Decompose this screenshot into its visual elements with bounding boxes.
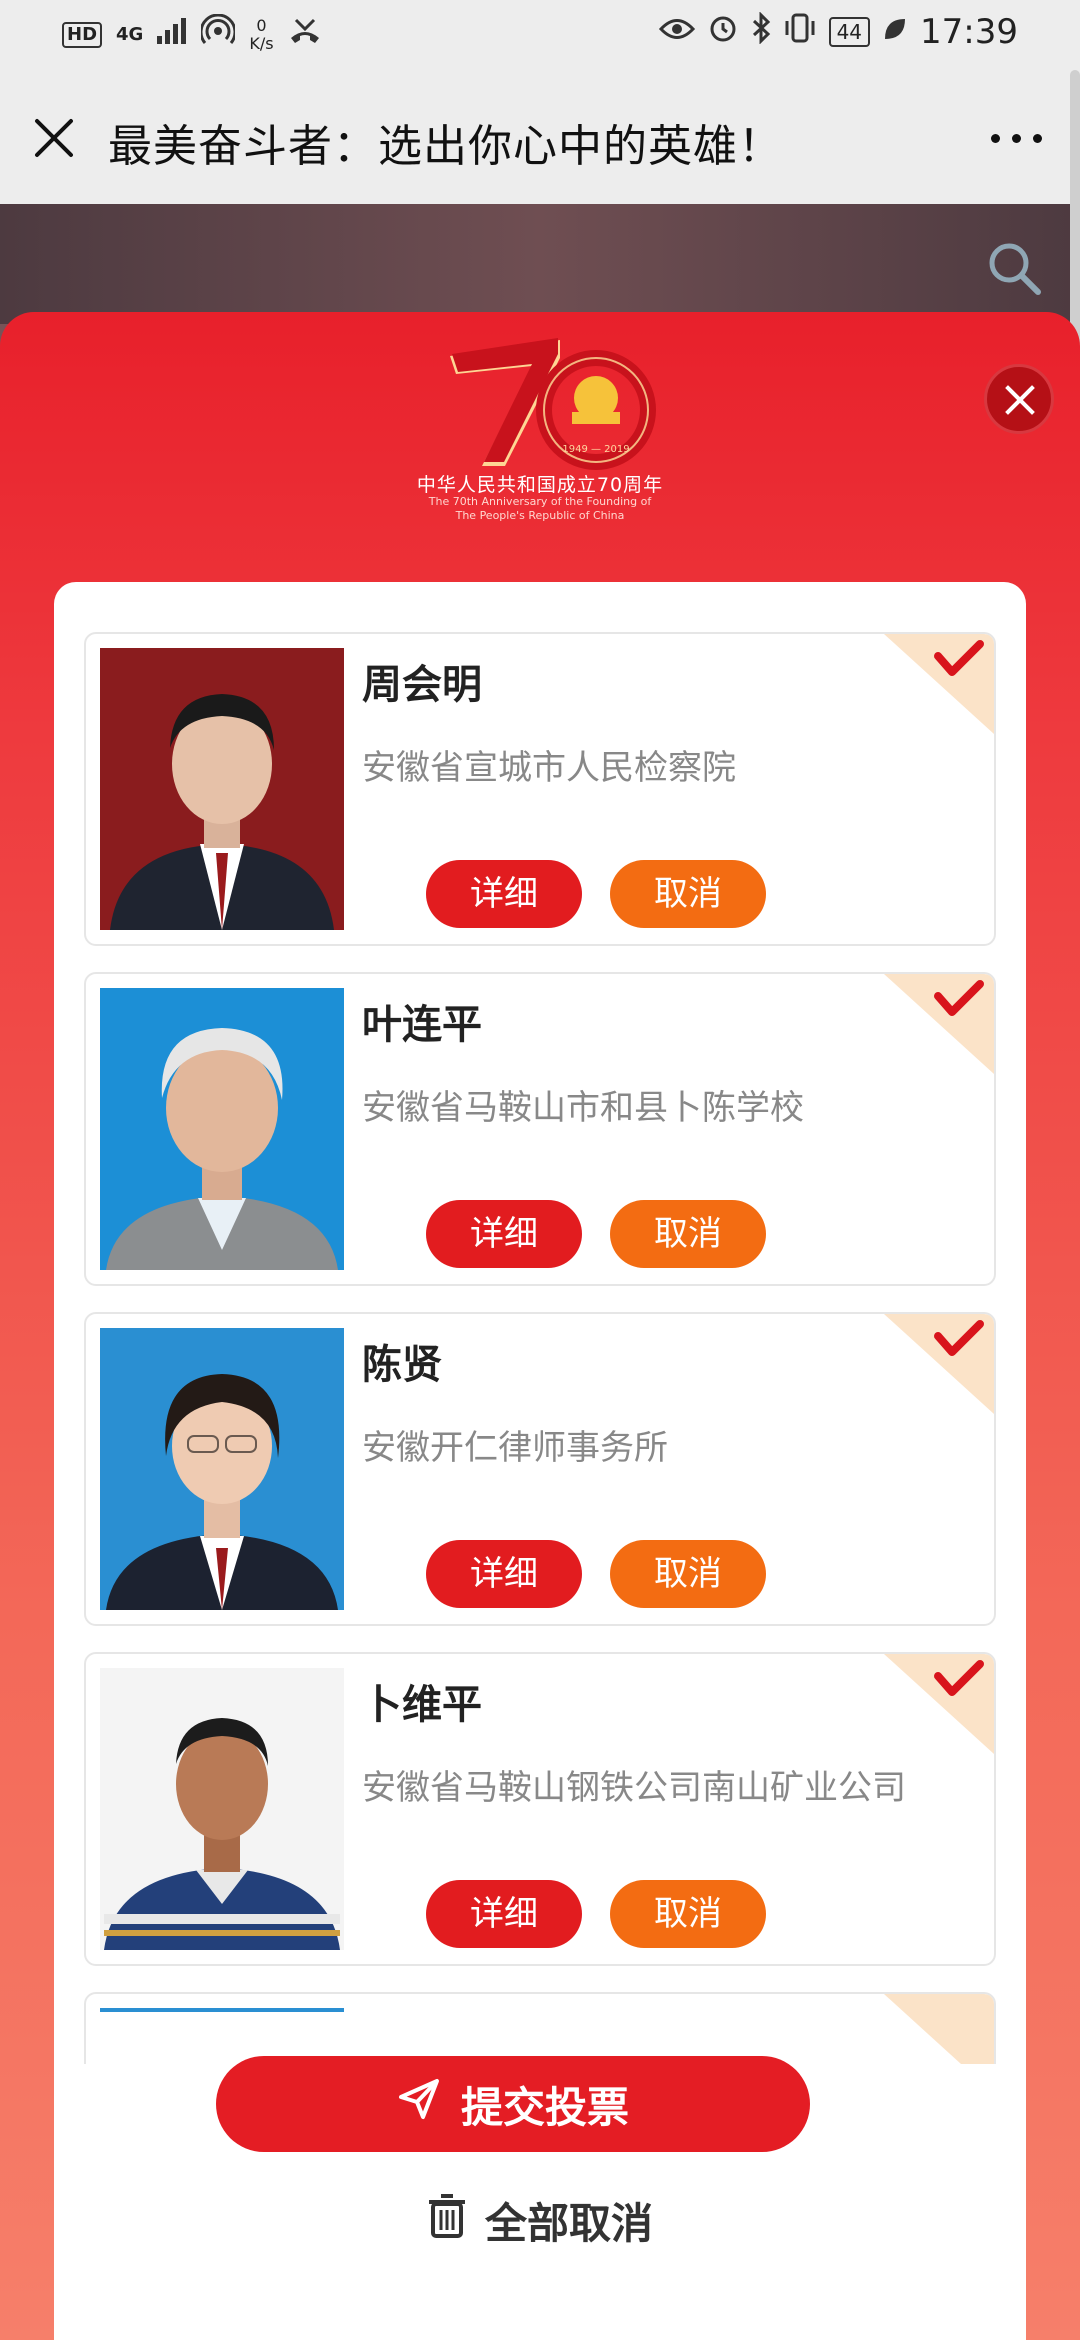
close-page-button[interactable]: [30, 114, 78, 162]
candidate-name: 叶连平: [362, 1002, 482, 1048]
clock: 17:39: [920, 12, 1018, 52]
submit-vote-button[interactable]: 提交投票: [216, 2056, 810, 2152]
bluetooth-icon: [751, 11, 771, 52]
leaf-icon: [882, 15, 908, 50]
candidate-photo: [100, 988, 344, 1270]
candidate-photo: [100, 1668, 344, 1950]
submit-vote-label: 提交投票: [460, 2082, 629, 2132]
emblem-subtitle-line2: The People's Republic of China: [455, 509, 625, 522]
candidate-org: 安徽开仁律师事务所: [362, 1428, 668, 1468]
page-title: 最美奋斗者：选出你心中的英雄！: [108, 121, 783, 172]
send-icon: [397, 2077, 441, 2131]
candidate-photo: [100, 1328, 344, 1610]
selected-check-icon: [884, 1654, 994, 1754]
candidate-card: 周会明 安徽省宣城市人民检察院 详细 取消: [84, 632, 996, 946]
hotspot-icon: [199, 13, 237, 55]
cancel-button[interactable]: 取消: [610, 1200, 766, 1268]
detail-button[interactable]: 详细: [426, 1540, 582, 1608]
hd-badge: HD: [62, 21, 103, 48]
candidate-card: [84, 1992, 996, 2064]
more-dot-icon: [991, 134, 1000, 143]
candidate-org: 安徽省马鞍山市和县卜陈学校: [362, 1088, 804, 1128]
emblem-subtitle: The 70th Anniversary of the Founding of …: [350, 495, 730, 523]
trash-icon: [427, 2192, 467, 2248]
background-banner: [0, 204, 1080, 324]
more-dot-icon: [1033, 134, 1042, 143]
vote-modal: 1949 — 2019 中华人民共和国成立70周年 The 70th Anniv…: [0, 312, 1080, 2340]
candidate-list[interactable]: 周会明 安徽省宣城市人民检察院 详细 取消 叶连平 安徽省马鞍山市和县卜陈学校 …: [84, 632, 996, 2064]
candidate-card: 叶连平 安徽省马鞍山市和县卜陈学校 详细 取消: [84, 972, 996, 1286]
more-options-button[interactable]: [991, 134, 1042, 143]
network-speed-value: 0: [256, 15, 267, 35]
vibrate-icon: [783, 12, 817, 52]
modal-close-button[interactable]: [984, 364, 1054, 434]
selected-check-icon: [884, 1314, 994, 1414]
detail-button[interactable]: 详细: [426, 1200, 582, 1268]
cancel-button[interactable]: 取消: [610, 1540, 766, 1608]
status-bar: HD 4G 0 K/s 44 17:39: [0, 0, 1080, 72]
eye-icon: [658, 15, 695, 50]
battery-level: 44: [828, 17, 871, 47]
cancel-button[interactable]: 取消: [610, 860, 766, 928]
candidate-photo: [100, 648, 344, 930]
more-dot-icon: [1012, 134, 1021, 143]
selected-check-icon: [884, 974, 994, 1074]
candidate-card: 卜维平 安徽省马鞍山钢铁公司南山矿业公司 详细 取消: [84, 1652, 996, 1966]
alarm-icon: [707, 12, 739, 52]
cancel-all-label: 全部取消: [484, 2198, 653, 2248]
network-type: 4G: [116, 24, 144, 45]
candidate-name: 周会明: [362, 662, 482, 708]
candidate-name: 卜维平: [362, 1682, 482, 1728]
detail-button[interactable]: 详细: [426, 1880, 582, 1948]
network-speed-unit: K/s: [249, 33, 274, 53]
network-speed: 0 K/s: [249, 15, 274, 53]
candidate-card: 陈贤 安徽开仁律师事务所 详细 取消: [84, 1312, 996, 1626]
candidate-org: 安徽省宣城市人民检察院: [362, 748, 736, 788]
signal-icon: [157, 18, 187, 51]
selected-check-icon: [884, 634, 994, 734]
cancel-button[interactable]: 取消: [610, 1880, 766, 1948]
candidate-name: 陈贤: [362, 1342, 442, 1388]
status-right: 44 17:39: [658, 11, 1018, 52]
candidate-org: 安徽省马鞍山钢铁公司南山矿业公司: [362, 1768, 906, 1808]
cancel-all-button[interactable]: 全部取消: [340, 2180, 740, 2260]
emblem-title: 中华人民共和国成立70周年: [416, 474, 664, 496]
detail-button[interactable]: 详细: [426, 860, 582, 928]
emblem-years: 1949 — 2019: [562, 444, 629, 455]
search-icon[interactable]: [984, 238, 1044, 298]
status-left: HD 4G 0 K/s: [62, 13, 322, 55]
browser-title-bar: 最美奋斗者：选出你心中的英雄！: [0, 72, 1080, 204]
emblem-subtitle-line1: The 70th Anniversary of the Founding of: [428, 495, 652, 508]
missed-call-icon: [288, 16, 322, 53]
selected-check-icon: [884, 1994, 994, 2064]
